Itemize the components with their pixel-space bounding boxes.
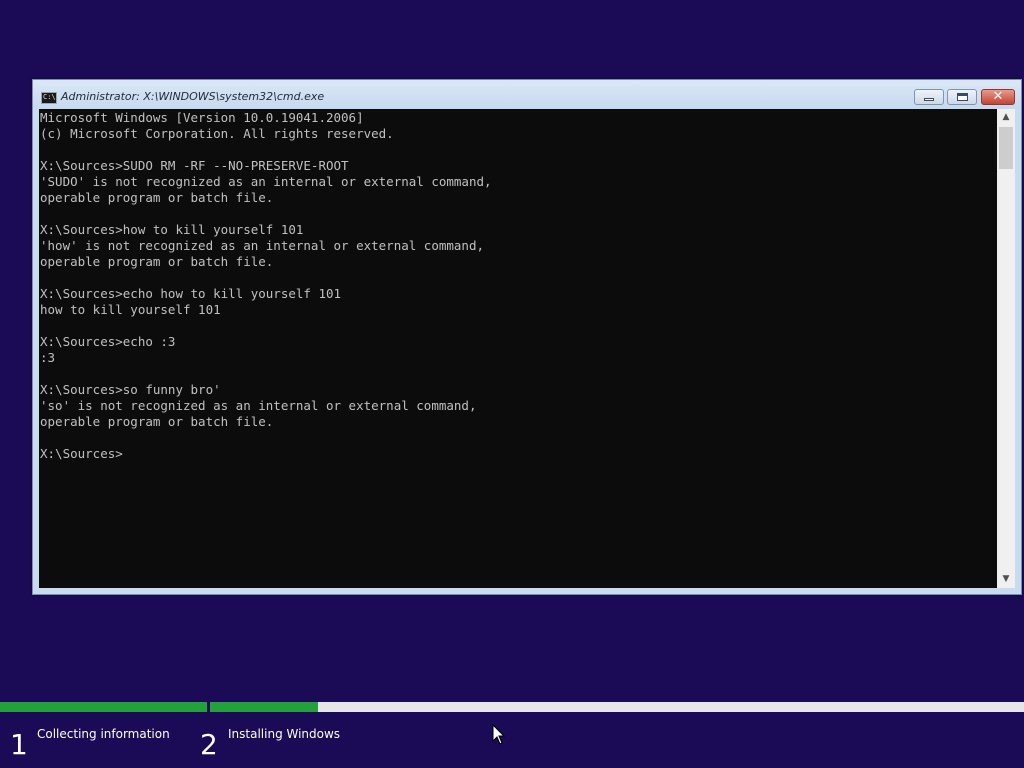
setup-progress-bar xyxy=(0,702,1024,712)
scroll-up-arrow-icon[interactable]: ▲ xyxy=(997,109,1015,126)
scroll-thumb[interactable] xyxy=(999,127,1013,169)
cmd-icon: C:\ xyxy=(41,92,57,104)
window-title: Administrator: X:\WINDOWS\system32\cmd.e… xyxy=(61,90,325,103)
title-bar[interactable]: C:\ Administrator: X:\WINDOWS\system32\c… xyxy=(33,80,1021,109)
step-number-1: 1 xyxy=(10,728,28,761)
vertical-scrollbar[interactable]: ▲ ▼ xyxy=(997,109,1015,588)
progress-fill-installing xyxy=(210,702,319,712)
step-number-2: 2 xyxy=(200,728,218,761)
console-line: (c) Microsoft Corporation. All rights re… xyxy=(40,126,394,141)
maximize-button[interactable] xyxy=(947,89,977,105)
close-button[interactable]: ✕ xyxy=(981,89,1015,105)
console-line: 'so' is not recognized as an internal or… xyxy=(40,398,477,413)
console-line: Microsoft Windows [Version 10.0.19041.20… xyxy=(40,110,364,125)
progress-segment-installing xyxy=(210,702,1024,712)
minimize-button[interactable] xyxy=(914,89,944,105)
console-line: operable program or batch file. xyxy=(40,414,274,429)
console-line: 'how' is not recognized as an internal o… xyxy=(40,238,485,253)
console-line: X:\Sources>echo how to kill yourself 101 xyxy=(40,286,342,301)
step-label-collecting: Collecting information xyxy=(37,727,170,741)
console-line: 'SUDO' is not recognized as an internal … xyxy=(40,174,492,189)
console-line: how to kill yourself 101 xyxy=(40,302,221,317)
console-line: X:\Sources>so funny bro' xyxy=(40,382,221,397)
console-line: operable program or batch file. xyxy=(40,254,274,269)
console-line: X:\Sources> xyxy=(40,446,123,461)
minimize-icon xyxy=(924,98,934,101)
mouse-pointer-icon xyxy=(492,724,506,745)
step-label-installing: Installing Windows xyxy=(228,727,341,741)
console-line: X:\Sources>echo :3 xyxy=(40,334,176,349)
setup-desktop: C:\ Administrator: X:\WINDOWS\system32\c… xyxy=(0,0,1024,768)
cmd-icon-text: C:\ xyxy=(43,93,56,101)
progress-fill-collecting xyxy=(0,702,207,712)
progress-segment-collecting xyxy=(0,702,207,712)
console-line: :3 xyxy=(40,350,56,365)
console-output[interactable]: Microsoft Windows [Version 10.0.19041.20… xyxy=(39,109,997,588)
close-icon: ✕ xyxy=(992,89,1004,104)
console-line: X:\Sources>how to kill yourself 101 xyxy=(40,222,304,237)
console-line: X:\Sources>SUDO RM -RF --NO-PRESERVE-ROO… xyxy=(40,158,349,173)
scroll-down-arrow-icon[interactable]: ▼ xyxy=(997,571,1015,588)
maximize-icon xyxy=(957,93,968,101)
console-line: operable program or batch file. xyxy=(40,190,274,205)
cmd-window[interactable]: C:\ Administrator: X:\WINDOWS\system32\c… xyxy=(32,79,1022,595)
